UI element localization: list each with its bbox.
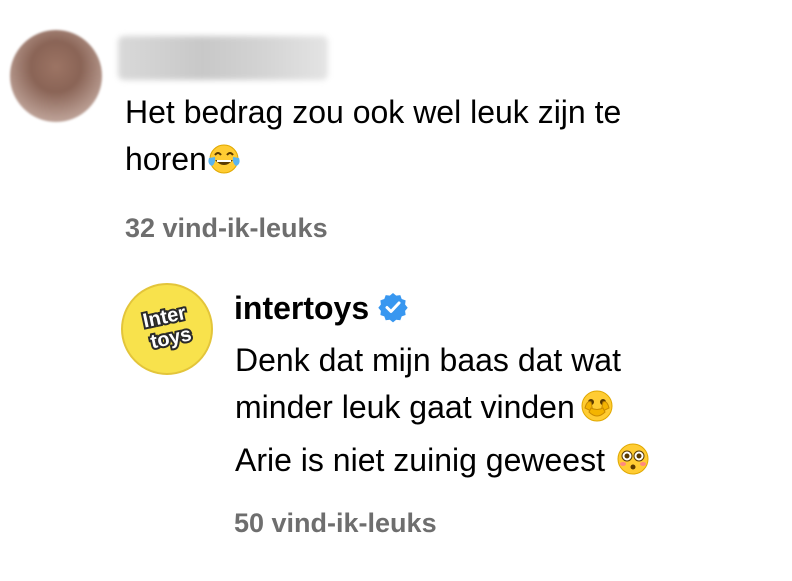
- reply-line-1: Denk dat mijn baas dat wat: [235, 342, 621, 378]
- reply-username-row: intertoys: [234, 287, 409, 333]
- hand-over-mouth-icon: [579, 388, 615, 437]
- verified-badge-icon: [377, 291, 409, 333]
- flushed-face-icon: [615, 441, 651, 490]
- reply-username[interactable]: intertoys: [234, 290, 369, 326]
- reply-likes-count[interactable]: 50 vind-ik-leuks: [234, 508, 437, 539]
- tears-of-joy-icon: [207, 142, 241, 189]
- reply-line-3: Arie is niet zuinig geweest: [235, 442, 605, 478]
- intertoys-logo: Inter toys: [139, 300, 195, 355]
- comment-line-2: horen: [125, 141, 207, 177]
- reply-text: Denk dat mijn baas dat wat minder leuk g…: [235, 337, 775, 490]
- likes-count[interactable]: 32 vind-ik-leuks: [125, 213, 328, 244]
- comment-text: Het bedrag zou ook wel leuk zijn te hore…: [125, 89, 775, 189]
- intertoys-avatar[interactable]: Inter toys: [121, 283, 213, 375]
- commenter-username-blurred[interactable]: [118, 36, 328, 80]
- comment-line-1: Het bedrag zou ook wel leuk zijn te: [125, 94, 622, 130]
- reply-line-2: minder leuk gaat vinden: [235, 389, 575, 425]
- commenter-avatar[interactable]: [10, 30, 102, 122]
